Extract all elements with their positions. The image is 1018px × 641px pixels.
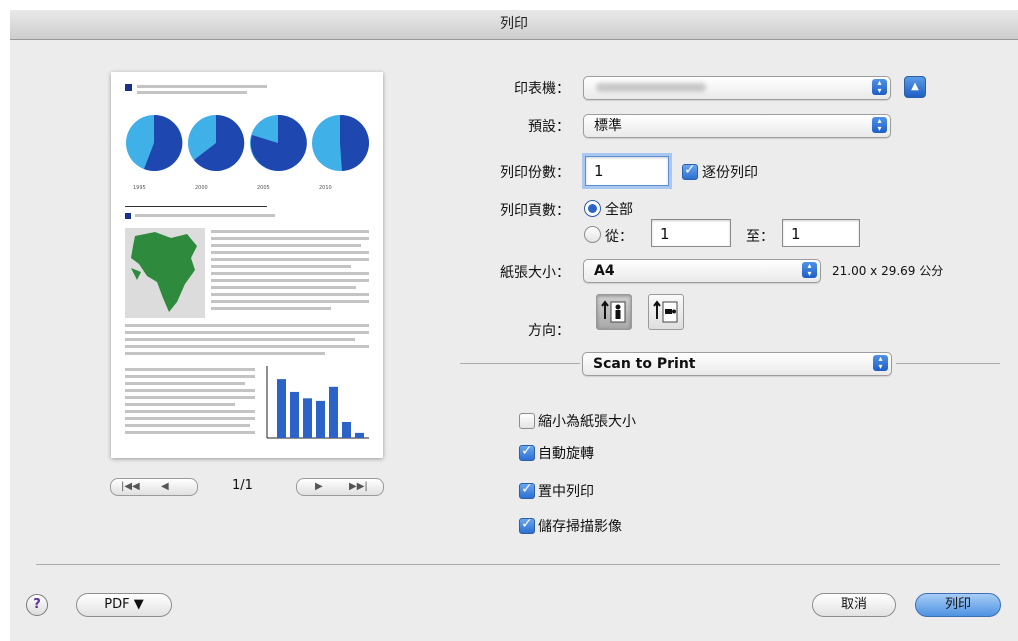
printer-name-blurred bbox=[596, 83, 706, 92]
cancel-button-label: 取消 bbox=[840, 597, 867, 612]
page-indicator: 1/1 bbox=[232, 478, 253, 493]
shrink-to-paper-label: 縮小為紙張大小 bbox=[538, 414, 636, 430]
pie-year-1: 1995 bbox=[133, 185, 146, 191]
save-scanned-image-label: 儲存掃描影像 bbox=[538, 519, 622, 535]
paper-size-label: 紙張大小： bbox=[500, 265, 570, 281]
map-thumbnail bbox=[125, 228, 205, 318]
center-print-label: 置中列印 bbox=[538, 484, 594, 500]
pdf-menu-button[interactable]: PDF ▼ bbox=[76, 593, 172, 617]
pages-to-label: 至： bbox=[746, 229, 774, 245]
pages-all-label: 全部 bbox=[605, 202, 633, 218]
save-scanned-image-checkbox[interactable] bbox=[519, 516, 535, 534]
preview-back-buttons[interactable]: |◀◀ ◀ bbox=[110, 478, 198, 496]
preview-bar-2 bbox=[290, 391, 299, 438]
copies-value: 1 bbox=[594, 162, 604, 180]
copies-field[interactable]: 1 bbox=[585, 156, 669, 186]
auto-rotate-label: 自動旋轉 bbox=[538, 446, 594, 462]
preview-bar-5 bbox=[329, 386, 338, 438]
pages-from-field[interactable]: 1 bbox=[651, 219, 731, 247]
next-page-icon[interactable]: ▶ bbox=[315, 479, 323, 495]
preview-bar-7 bbox=[355, 432, 364, 438]
orientation-landscape-button[interactable] bbox=[648, 294, 684, 330]
pdf-button-label: PDF ▼ bbox=[104, 597, 144, 612]
printer-popup[interactable]: ▴ ▾ bbox=[583, 76, 891, 100]
pie-year-2: 2000 bbox=[195, 185, 208, 191]
preview-forward-buttons[interactable]: ▶ ▶▶| bbox=[296, 478, 384, 496]
preview-bar-6 bbox=[342, 422, 351, 438]
previous-page-icon[interactable]: ◀ bbox=[161, 479, 169, 495]
pages-all-radio[interactable] bbox=[584, 200, 601, 217]
help-icon: ? bbox=[33, 597, 41, 612]
copies-label: 列印份數： bbox=[500, 165, 570, 181]
updown-arrows-icon: ▴ ▾ bbox=[873, 355, 888, 371]
updown-arrows-icon: ▴ ▾ bbox=[872, 117, 887, 133]
pages-from-label: 從： bbox=[605, 229, 633, 245]
presets-popup[interactable]: 標準 ▴ ▾ bbox=[583, 114, 891, 138]
window-titlebar: 列印 bbox=[10, 10, 1018, 40]
updown-arrows-icon: ▴ ▾ bbox=[872, 79, 887, 95]
pages-to-value: 1 bbox=[791, 225, 801, 243]
landscape-person-icon bbox=[653, 300, 678, 323]
page-preview: 1995 2000 2005 2010 bbox=[111, 72, 383, 458]
bar-chart-thumbnail bbox=[266, 366, 369, 439]
pages-label: 列印頁數： bbox=[500, 203, 570, 219]
pie-year-3: 2005 bbox=[257, 185, 270, 191]
preview-bar-3 bbox=[303, 398, 312, 438]
orientation-label: 方向： bbox=[528, 323, 570, 339]
auto-rotate-checkbox[interactable] bbox=[519, 443, 535, 461]
orientation-portrait-button[interactable] bbox=[596, 294, 632, 330]
pages-to-field[interactable]: 1 bbox=[782, 219, 860, 247]
print-dialog: 1995 2000 2005 2010 |◀◀ ◀ 1/1 ▶ ▶▶| 印表機：… bbox=[10, 40, 1018, 641]
pie-charts-thumbnail bbox=[126, 114, 370, 171]
collate-label: 逐份列印 bbox=[702, 165, 758, 181]
pie-year-4: 2010 bbox=[319, 185, 332, 191]
print-button-label: 列印 bbox=[944, 597, 971, 612]
print-button[interactable]: 列印 bbox=[915, 593, 1001, 617]
preview-bar-1 bbox=[277, 379, 286, 438]
presets-value: 標準 bbox=[594, 118, 622, 134]
preview-bar-4 bbox=[316, 400, 325, 438]
shrink-to-paper-checkbox[interactable] bbox=[519, 413, 535, 429]
printer-label: 印表機： bbox=[514, 81, 570, 97]
portrait-person-icon bbox=[601, 300, 626, 323]
cancel-button[interactable]: 取消 bbox=[812, 593, 896, 617]
window-title: 列印 bbox=[500, 16, 528, 32]
presets-label: 預設： bbox=[528, 119, 570, 135]
last-page-icon[interactable]: ▶▶| bbox=[349, 479, 368, 495]
panel-popup[interactable]: Scan to Print ▴ ▾ bbox=[582, 352, 892, 376]
paper-size-value: A4 bbox=[594, 263, 615, 279]
updown-arrows-icon: ▴ ▾ bbox=[802, 262, 817, 278]
disclosure-triangle-icon[interactable]: ▲ bbox=[904, 76, 926, 98]
help-button[interactable]: ? bbox=[26, 594, 48, 616]
collate-checkbox[interactable] bbox=[682, 162, 698, 180]
pages-from-value: 1 bbox=[660, 225, 670, 243]
first-page-icon[interactable]: |◀◀ bbox=[121, 479, 140, 495]
pages-range-radio[interactable] bbox=[584, 226, 601, 243]
panel-value: Scan to Print bbox=[593, 356, 696, 372]
center-print-checkbox[interactable] bbox=[519, 481, 535, 499]
paper-size-popup[interactable]: A4 ▴ ▾ bbox=[583, 259, 821, 283]
paper-dimensions: 21.00 x 29.69 公分 bbox=[832, 264, 944, 278]
